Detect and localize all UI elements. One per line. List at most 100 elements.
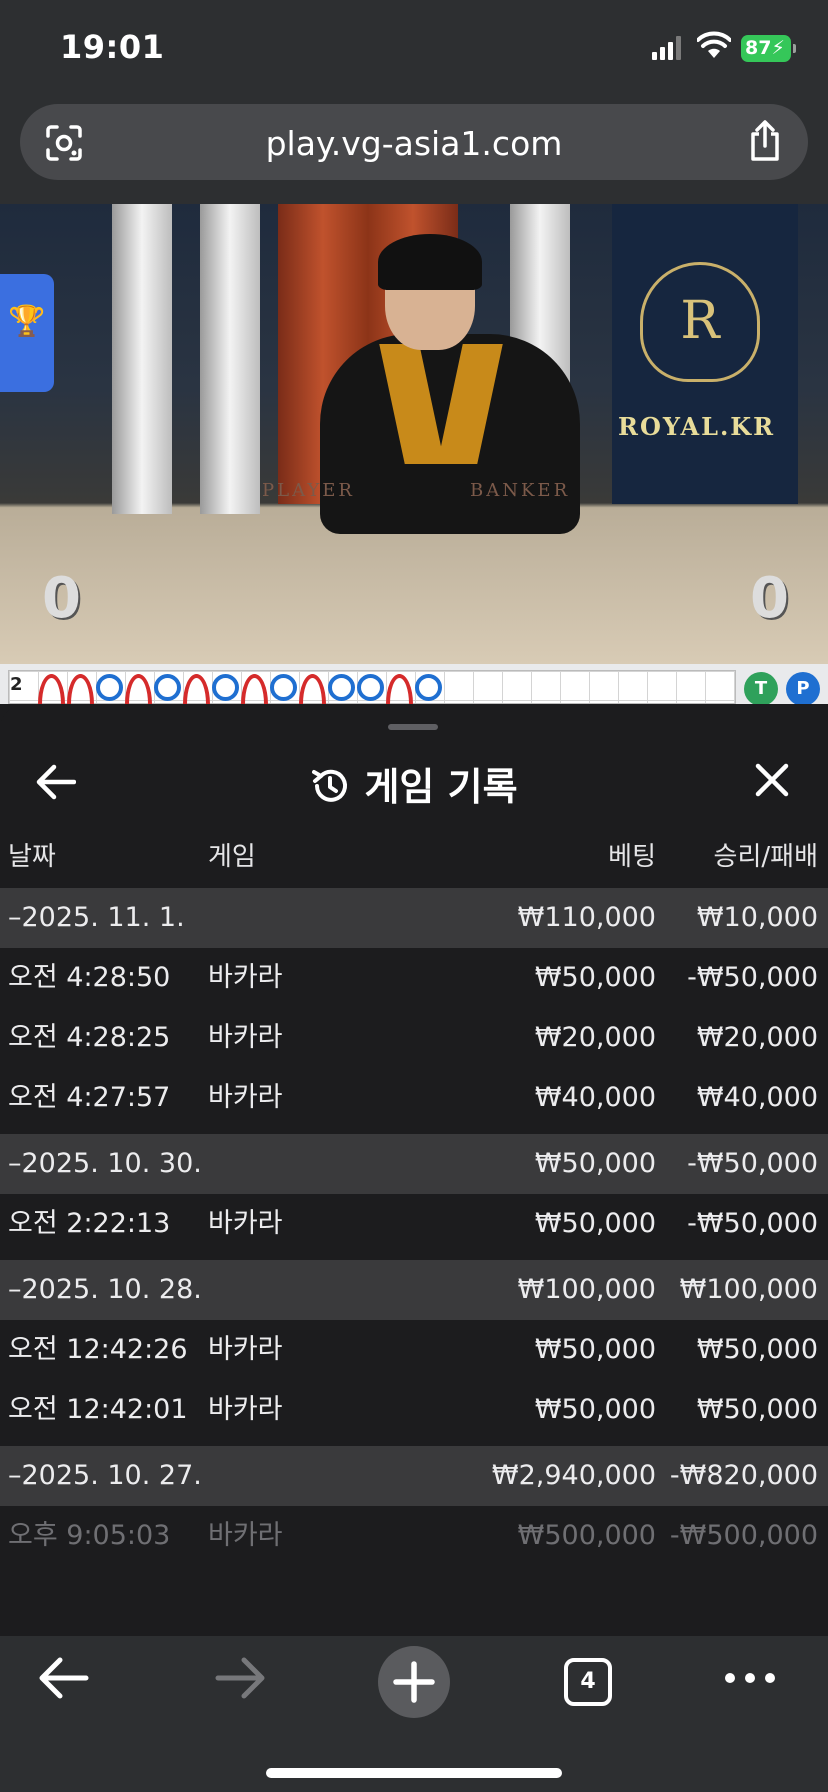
road-result-player — [96, 674, 123, 701]
group-date: –2025. 10. 27. — [8, 1460, 202, 1491]
row-result: ₩50,000 — [696, 1394, 818, 1425]
row-bet: ₩500,000 — [517, 1520, 656, 1551]
sheet-title-text: 게임 기록 — [364, 765, 518, 809]
row-time: 오전 12:42:01 — [8, 1394, 188, 1425]
tab-switcher-button[interactable]: 4 — [564, 1658, 612, 1706]
road-result-banker — [38, 674, 65, 704]
sheet-header: 게임 기록 — [0, 736, 828, 826]
history-row[interactable]: 오전 12:42:01 바카라 ₩50,000 ₩50,000 — [0, 1380, 828, 1440]
road-result-player — [154, 674, 181, 701]
address-bar[interactable]: play.vg-asia1.com — [20, 104, 808, 180]
battery-level: 87 — [745, 37, 772, 59]
row-game: 바카라 — [208, 1082, 283, 1113]
road-result-banker — [299, 674, 326, 704]
row-bet: ₩50,000 — [534, 1394, 656, 1425]
crest-letter: R — [680, 291, 720, 351]
dealer-hair — [378, 234, 482, 290]
back-arrow-icon[interactable] — [24, 1636, 104, 1716]
group-result-total: -₩820,000 — [669, 1460, 818, 1491]
row-result: -₩50,000 — [687, 962, 818, 993]
road-result-banker — [241, 674, 268, 704]
row-time: 오전 4:28:25 — [8, 1022, 171, 1053]
history-row[interactable]: 오전 4:28:50 바카라 ₩50,000 -₩50,000 — [0, 948, 828, 1008]
history-row[interactable]: 오전 12:42:26 바카라 ₩50,000 ₩50,000 — [0, 1320, 828, 1380]
road-count: 2 — [10, 674, 23, 695]
row-time: 오전 4:27:57 — [8, 1082, 171, 1113]
group-bet-total: ₩2,940,000 — [491, 1460, 656, 1491]
group-result-total: ₩10,000 — [696, 902, 818, 933]
share-icon[interactable] — [746, 120, 784, 162]
live-video-stream[interactable]: R ROYAL.KR PLAYER BANKER 0 0 🏆 — [0, 204, 828, 664]
row-game: 바카라 — [208, 1022, 283, 1053]
tie-badge[interactable]: T — [744, 672, 778, 704]
row-game: 바카라 — [208, 1520, 283, 1551]
road-result-banker — [125, 674, 152, 704]
group-date: –2025. 10. 30. — [8, 1148, 202, 1179]
group-bet-total: ₩100,000 — [517, 1274, 656, 1305]
group-date: –2025. 10. 28. — [8, 1274, 202, 1305]
brand-text: ROYAL.KR — [618, 412, 776, 441]
date-group-row[interactable]: –2025. 10. 30. ₩50,000 -₩50,000 — [0, 1134, 828, 1194]
history-row[interactable]: 오전 4:27:57 바카라 ₩40,000 ₩40,000 — [0, 1068, 828, 1128]
table-header: 날짜 게임 베팅 승리/패배 — [0, 836, 828, 888]
background-pillar — [112, 204, 172, 514]
row-result: ₩40,000 — [696, 1082, 818, 1113]
sheet-grabber[interactable] — [388, 724, 438, 730]
trophy-icon[interactable]: 🏆 — [0, 274, 54, 392]
road-result-player — [212, 674, 239, 701]
new-tab-button[interactable] — [378, 1646, 450, 1718]
group-date: –2025. 11. 1. — [8, 902, 185, 933]
group-bet-total: ₩50,000 — [534, 1148, 656, 1179]
history-row[interactable]: 오후 9:05:03 바카라 ₩500,000 -₩500,000 — [0, 1506, 828, 1566]
wifi-icon — [697, 31, 731, 58]
row-result: -₩500,000 — [669, 1520, 818, 1551]
road-result-banker — [183, 674, 210, 704]
sheet-title: 게임 기록 — [0, 756, 828, 811]
road-result-player — [270, 674, 297, 701]
group-bet-total: ₩110,000 — [517, 902, 656, 933]
row-time: 오전 12:42:26 — [8, 1334, 188, 1365]
background-pillar — [200, 204, 260, 514]
status-time: 19:01 — [60, 28, 165, 66]
royal-crest-logo: R — [640, 262, 760, 382]
row-result: -₩50,000 — [687, 1208, 818, 1239]
row-time: 오전 2:22:13 — [8, 1208, 171, 1239]
charging-bolt-icon: ⚡ — [771, 37, 785, 59]
date-group-row[interactable]: –2025. 11. 1. ₩110,000 ₩10,000 — [0, 888, 828, 948]
history-row[interactable]: 오전 4:28:25 바카라 ₩20,000 ₩20,000 — [0, 1008, 828, 1068]
status-bar: 19:01 87⚡ — [0, 0, 828, 100]
history-icon — [312, 769, 348, 802]
row-bet: ₩40,000 — [534, 1082, 656, 1113]
road-result-banker — [67, 674, 94, 704]
banker-score: 0 — [750, 566, 789, 631]
history-row[interactable]: 오전 2:22:13 바카라 ₩50,000 -₩50,000 — [0, 1194, 828, 1254]
more-menu-icon[interactable] — [710, 1636, 790, 1716]
road-result-player — [328, 674, 355, 701]
row-time: 오전 4:28:50 — [8, 962, 171, 993]
row-game: 바카라 — [208, 1334, 283, 1365]
plus-icon — [393, 1661, 435, 1703]
row-bet: ₩50,000 — [534, 1334, 656, 1365]
bead-road: 2 T P — [0, 664, 828, 704]
row-bet: ₩50,000 — [534, 962, 656, 993]
row-result: ₩50,000 — [696, 1334, 818, 1365]
url-text[interactable]: play.vg-asia1.com — [20, 124, 808, 163]
date-group-row[interactable]: –2025. 10. 27. ₩2,940,000 -₩820,000 — [0, 1446, 828, 1506]
date-group-row[interactable]: –2025. 10. 28. ₩100,000 ₩100,000 — [0, 1260, 828, 1320]
column-bet: 베팅 — [608, 842, 656, 872]
player-badge[interactable]: P — [786, 672, 820, 704]
column-date: 날짜 — [8, 842, 56, 872]
row-game: 바카라 — [208, 1208, 283, 1239]
forward-arrow-icon[interactable] — [200, 1636, 280, 1716]
group-result-total: ₩100,000 — [679, 1274, 818, 1305]
row-game: 바카라 — [208, 962, 283, 993]
road-result-banker — [386, 674, 413, 704]
road-results: 2 — [10, 674, 442, 704]
row-result: ₩20,000 — [696, 1022, 818, 1053]
close-icon[interactable] — [754, 762, 790, 798]
game-history-sheet: 게임 기록 날짜 게임 베팅 승리/패배 –2025. 11. 1. ₩110,0… — [0, 706, 828, 1636]
player-score: 0 — [42, 566, 81, 631]
banker-area-label: BANKER — [470, 480, 571, 501]
player-area-label: PLAYER — [262, 480, 355, 501]
cellular-signal-icon — [652, 36, 681, 60]
